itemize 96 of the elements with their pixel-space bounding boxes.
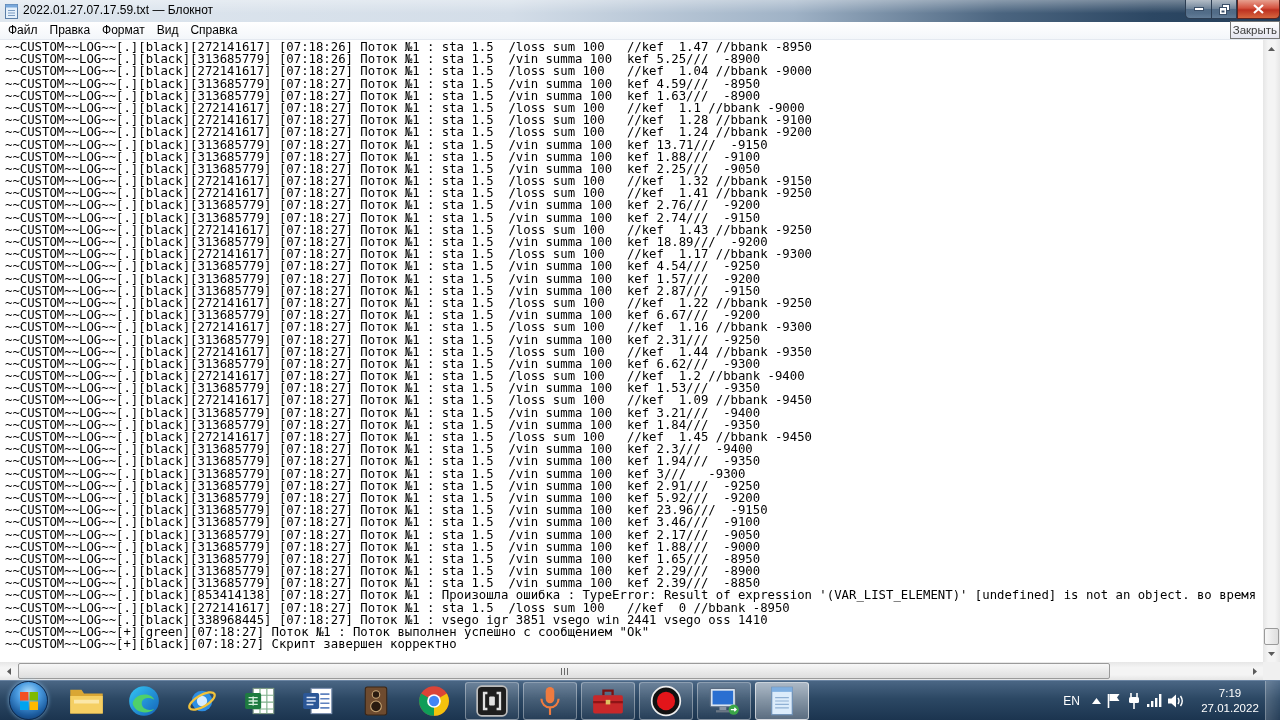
text-line: ~~CUSTOM~~LOG~~[.][black][338968445] [07:18:27] Поток №1 : vsego igr 3851 vsego win 2441 vsego oss 1410: [5, 613, 768, 626]
menu-item[interactable]: Правка: [43, 22, 97, 39]
tooltip: Закрыть: [1229, 21, 1280, 39]
text-line: ~~CUSTOM~~LOG~~[.][black][272141617] [07:18:27] Поток №1 : sta 1.5 /loss sum 100 //kef 1.22 //bbank -9250: [5, 296, 812, 310]
close-icon: [1253, 4, 1264, 14]
window-title: 2022.01.27.07.17.59.txt — Блокнот: [23, 2, 214, 19]
text-line: ~~CUSTOM~~LOG~~[.][black][272141617] [07:18:27] Поток №1 : sta 1.5 /loss sum 100 //kef 1.17 //bbank -9300: [5, 248, 812, 261]
plug-icon[interactable]: [1127, 692, 1141, 709]
text-line: ~~CUSTOM~~LOG~~[.][black][313685779] [07:18:27] Поток №1 : sta 1.5 /vin summa 100 kef 23.96/// -9150: [5, 504, 768, 517]
text-line: ~~CUSTOM~~LOG~~[.][black][313685779] [07:18:27] Поток №1 : sta 1.5 /vin summa 100 kef 1.57/// -9200: [5, 272, 761, 285]
scrollbar-corner: [1263, 662, 1280, 680]
monitor-icon: [708, 685, 740, 716]
text-line: ~~CUSTOM~~LOG~~[.][black][272141617] [07:18:27] Поток №1 : sta 1.5 /loss sum 100 //kef 0 //bbank -8950: [5, 601, 790, 614]
text-line: ~~CUSTOM~~LOG~~[.][black][313685779] [07:18:27] Поток №1 : sta 1.5 /vin summa 100 kef 1.84/// -9350: [5, 418, 761, 431]
text-line: ~~CUSTOM~~LOG~~[.][black][272141617] [07:18:27] Поток №1 : sta 1.5 /loss sum 100 //kef 1.09 //bbank -9450: [5, 394, 812, 407]
menu-item[interactable]: Формат: [96, 22, 151, 39]
text-line: ~~CUSTOM~~LOG~~[.][black][313685779] [07:18:27] Поток №1 : sta 1.5 /vin summa 100 kef 2.3/// -9400: [5, 443, 753, 456]
text-line: ~~CUSTOM~~LOG~~[.][black][313685779] [07:18:27] Поток №1 : sta 1.5 /vin summa 100 kef 1.94/// -9350: [5, 455, 761, 468]
text-line: ~~CUSTOM~~LOG~~[.][black][313685779] [07:18:27] Поток №1 : sta 1.5 /vin summa 100 kef 3.21/// -9400: [5, 406, 761, 419]
bracket-square-icon: [476, 684, 508, 717]
taskbar-button[interactable]: [465, 681, 519, 720]
restore-icon: [1218, 3, 1230, 15]
text-line: ~~CUSTOM~~LOG~~[.][black][272141617] [07:18:27] Поток №1 : sta 1.5 /loss sum 100 //kef 1.16 //bbank -9300: [5, 321, 812, 334]
clock-date[interactable]: 27.01.2022: [1201, 700, 1259, 716]
text-line: ~~CUSTOM~~LOG~~[.][black][272141617] [07:18:27] Поток №1 : sta 1.5 /loss sum 100 //kef 1.44 //bbank -9350: [5, 345, 812, 358]
vertical-scrollbar[interactable]: [1263, 40, 1280, 662]
speaker-icon[interactable]: [1168, 693, 1184, 708]
scrollbar-thumb[interactable]: [1264, 628, 1279, 645]
signal-bars-icon[interactable]: [1147, 694, 1162, 707]
restore-button[interactable]: [1211, 0, 1237, 19]
text-line: ~~CUSTOM~~LOG~~[.][black][313685779] [07:18:27] Поток №1 : sta 1.5 /vin summa 100 kef 2.76/// -9200: [5, 199, 761, 212]
speaker-box-icon: [363, 685, 389, 716]
text-line: ~~CUSTOM~~LOG~~[.][black][313685779] [07:18:27] Поток №1 : sta 1.5 /vin summa 100 kef 2.91/// -9250: [5, 479, 761, 492]
text-line: ~~CUSTOM~~LOG~~[.][black][313685779] [07:18:27] Поток №1 : sta 1.5 /vin summa 100 kef 2.29/// -8900: [5, 565, 761, 578]
microphone-icon: [537, 685, 563, 716]
text-line: ~~CUSTOM~~LOG~~[.][black][313685779] [07:18:27] Поток №1 : sta 1.5 /vin summa 100 kef 4.54/// -9250: [5, 260, 761, 273]
record-icon: [650, 684, 682, 717]
text-line: ~~CUSTOM~~LOG~~[.][black][272141617] [07:18:26] Поток №1 : sta 1.5 /loss sum 100 //kef 1.47 //bbank -8950: [5, 41, 812, 54]
text-line: ~~CUSTOM~~LOG~~[.][black][313685779] [07:18:27] Поток №1 : sta 1.5 /vin summa 100 kef 1.88/// -9000: [5, 540, 761, 553]
text-line: ~~CUSTOM~~LOG~~[.][black][313685779] [07:18:27] Поток №1 : sta 1.5 /vin summa 100 kef 13.71/// -9150: [5, 138, 768, 151]
text-line: ~~CUSTOM~~LOG~~[.][black][313685779] [07:18:27] Поток №1 : sta 1.5 /vin summa 100 kef 18.89/// -9200: [5, 236, 768, 249]
text-line: ~~CUSTOM~~LOG~~[.][black][272141617] [07:18:27] Поток №1 : sta 1.5 /loss sum 100 //kef 1.2 //bbank -9400: [5, 370, 805, 383]
scrollbar-thumb[interactable]: [18, 663, 1110, 679]
text-line: ~~CUSTOM~~LOG~~[.][black][313685779] [07:18:27] Поток №1 : sta 1.5 /vin summa 100 kef 2.39/// -8850: [5, 577, 761, 590]
text-line: ~~CUSTOM~~LOG~~[.][black][313685779] [07:18:27] Поток №1 : sta 1.5 /vin summa 100 kef 2.17/// -9050: [5, 528, 761, 541]
taskbar-button[interactable]: [697, 681, 751, 720]
triangle-up-icon[interactable]: [1092, 697, 1101, 704]
clock-time[interactable]: 7:19: [1218, 685, 1242, 701]
caret-right-icon: [1251, 667, 1258, 675]
text-line: ~~CUSTOM~~LOG~~[.][black][313685779] [07:18:27] Поток №1 : sta 1.5 /vin summa 100 kef 3/// -9300: [5, 467, 746, 480]
grip-icon: [560, 667, 568, 675]
text-line: ~~CUSTOM~~LOG~~[.][black][313685779] [07:18:27] Поток №1 : sta 1.5 /vin summa 100 kef 2.74/// -9150: [5, 211, 761, 224]
text-line: ~~CUSTOM~~LOG~~[.][black][313685779] [07:18:27] Поток №1 : sta 1.5 /vin summa 100 kef 2.31/// -9250: [5, 333, 761, 346]
menu-item[interactable]: Файл: [2, 22, 44, 39]
start-button[interactable]: [9, 681, 48, 720]
text-line: ~~CUSTOM~~LOG~~[.][black][313685779] [07:18:27] Поток №1 : sta 1.5 /vin summa 100 kef 1.65/// -8950: [5, 552, 761, 566]
notepad-icon: [768, 684, 796, 717]
menu-item[interactable]: Вид: [150, 22, 185, 39]
tricolor-circle-icon: [418, 684, 450, 717]
horizontal-scrollbar[interactable]: [0, 662, 1263, 680]
text-line: ~~CUSTOM~~LOG~~[.][black][272141617] [07:18:27] Поток №1 : sta 1.5 /loss sum 100 //kef 1.32 //bbank -9150: [5, 175, 812, 188]
text-line: ~~CUSTOM~~LOG~~[+][green][07:18:27] Поток №1 : Поток выполнен успешно с сообщением "Ok": [5, 626, 650, 639]
four-panes-icon: [19, 691, 38, 710]
text-line: ~~CUSTOM~~LOG~~[.][black][272141617] [07:18:27] Поток №1 : sta 1.5 /loss sum 100 //kef 1.04 //bbank -9000: [5, 65, 812, 78]
caret-down-icon: [1268, 650, 1275, 657]
text-line: ~~CUSTOM~~LOG~~[.][black][272141617] [07:18:27] Поток №1 : sta 1.5 /loss sum 100 //kef 1.41 //bbank -9250: [5, 187, 812, 200]
text-line: ~~CUSTOM~~LOG~~[.][black][313685779] [07:18:27] Поток №1 : sta 1.5 /vin summa 100 kef 1.88/// -9100: [5, 150, 761, 163]
caret-left-icon: [5, 667, 12, 675]
text-line: ~~CUSTOM~~LOG~~[+][black][07:18:27] Скрипт завершен корректно: [5, 638, 457, 651]
text-line: ~~CUSTOM~~LOG~~[.][black][272141617] [07:18:27] Поток №1 : sta 1.5 /loss sum 100 //kef 1.28 //bbank -9100: [5, 114, 812, 127]
minimize-icon: [1193, 7, 1204, 11]
text-line: ~~CUSTOM~~LOG~~[.][black][313685779] [07:18:27] Поток №1 : sta 1.5 /vin summa 100 kef 5.92/// -9200: [5, 491, 761, 505]
text-line: ~~CUSTOM~~LOG~~[.][black][313685779] [07:18:27] Поток №1 : sta 1.5 /vin summa 100 kef 4.59/// -8950: [5, 77, 761, 90]
swirl-logo-icon: [128, 684, 160, 717]
language-indicator[interactable]: EN: [1054, 693, 1089, 708]
text-line: ~~CUSTOM~~LOG~~[.][black][313685779] [07:18:27] Поток №1 : sta 1.5 /vin summa 100 kef 1.53/// -9350: [5, 382, 761, 395]
text-line: ~~CUSTOM~~LOG~~[.][black][313685779] [07:18:27] Поток №1 : sta 1.5 /vin summa 100 kef 2.87/// -9150: [5, 284, 761, 297]
flag-icon[interactable]: [1107, 693, 1121, 708]
text-line: ~~CUSTOM~~LOG~~[.][black][272141617] [07:18:27] Поток №1 : sta 1.5 /loss sum 100 //kef 1.24 //bbank -9200: [5, 126, 812, 139]
text-line: ~~CUSTOM~~LOG~~[.][black][272141617] [07:18:27] Поток №1 : sta 1.5 /loss sum 100 //kef 1.43 //bbank -9250: [5, 223, 812, 236]
text-line: ~~CUSTOM~~LOG~~[.][black][313685779] [07:18:27] Поток №1 : sta 1.5 /vin summa 100 kef 2.25/// -9050: [5, 162, 761, 176]
text-line: ~~CUSTOM~~LOG~~[.][black][313685779] [07:18:27] Поток №1 : sta 1.5 /vin summa 100 kef 1.63/// -8900: [5, 89, 761, 102]
taskbar-button[interactable]: [639, 681, 693, 720]
text-line: ~~CUSTOM~~LOG~~[.][black][313685779] [07:18:27] Поток №1 : sta 1.5 /vin summa 100 kef 6.62/// -9300: [5, 357, 761, 371]
notepad-icon: [5, 4, 18, 19]
text-line: ~~CUSTOM~~LOG~~[.][black][313685779] [07:18:27] Поток №1 : sta 1.5 /vin summa 100 kef 3.46/// -9100: [5, 516, 761, 529]
text-line: ~~CUSTOM~~LOG~~[.][black][272141617] [07:18:27] Поток №1 : sta 1.5 /loss sum 100 //kef 1.1 //bbank -9000: [5, 101, 805, 115]
menu-item[interactable]: Справка: [184, 22, 244, 39]
text-line: ~~CUSTOM~~LOG~~[.][black][272141617] [07:18:27] Поток №1 : sta 1.5 /loss sum 100 //kef 1.45 //bbank -9450: [5, 431, 812, 444]
show-desktop-button[interactable]: [1265, 680, 1280, 720]
minimize-button[interactable]: [1185, 0, 1211, 19]
close-button[interactable]: [1237, 0, 1280, 19]
text-line: ~~CUSTOM~~LOG~~[.][black][853414138] [07:18:27] Поток №1 : Произошла ошибка : TypeError: Result of expression '(VAR_LIST_ELEMENT)' [undefined] is not an object. во время: [5, 589, 1257, 602]
caret-up-icon: [1268, 45, 1275, 52]
text-line: ~~CUSTOM~~LOG~~[.][black][313685779] [07:18:26] Поток №1 : sta 1.5 /vin summa 100 kef 5.25/// -8900: [5, 53, 761, 66]
text-line: ~~CUSTOM~~LOG~~[.][black][313685779] [07:18:27] Поток №1 : sta 1.5 /vin summa 100 kef 6.67/// -9200: [5, 309, 761, 322]
